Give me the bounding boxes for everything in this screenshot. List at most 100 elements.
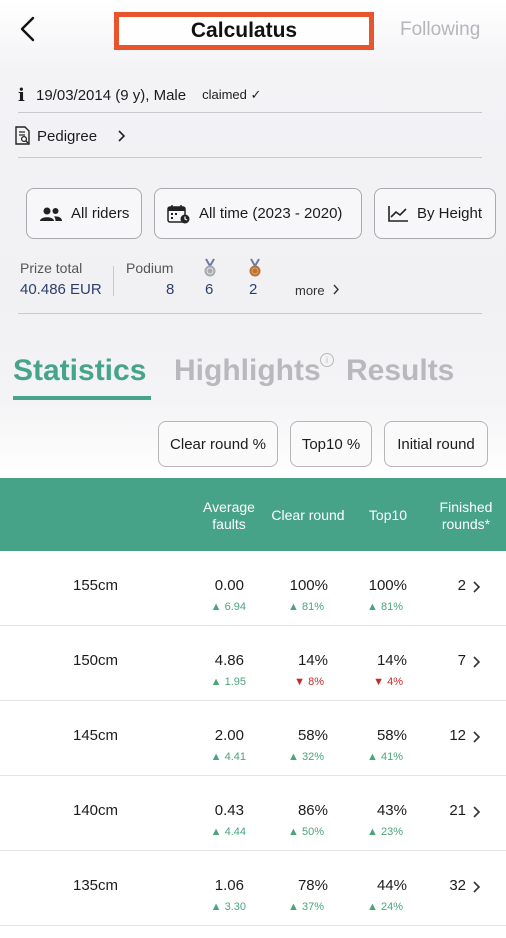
top10-cell: 43%	[376, 802, 407, 819]
avg-faults-cell: 1.06	[214, 877, 244, 894]
header-line: rounds*	[441, 516, 491, 532]
height-cell: 145cm	[73, 727, 119, 744]
divider	[113, 266, 114, 296]
avg-faults-delta: ▲ 1.95	[210, 676, 246, 688]
height-cell: 140cm	[73, 802, 119, 819]
clear-round-cell: 86%	[297, 802, 328, 819]
chevron-right-icon	[473, 581, 481, 593]
height-cell: 135cm	[73, 877, 119, 894]
table-row[interactable]: 140cm 0.43 ▲ 4.44 86% ▲ 50% 43% ▲ 23% 21	[0, 776, 506, 851]
prize-label: Prize total	[20, 260, 83, 276]
top10-delta: ▲ 23%	[367, 826, 403, 838]
column-header-finished-rounds: Finished rounds*	[430, 499, 502, 533]
top10-cell: 14%	[376, 652, 407, 669]
header-line: Average	[203, 499, 255, 515]
more-link[interactable]: more	[295, 283, 341, 298]
top10-delta: ▲ 41%	[367, 751, 403, 763]
time-filter-label: All time (2023 - 2020)	[199, 205, 343, 222]
divider	[18, 112, 482, 113]
clear-round-delta: ▲ 37%	[288, 901, 324, 913]
top10-delta: ▼ 4%	[373, 676, 403, 688]
finished-rounds-cell: 2	[457, 577, 466, 594]
pedigree-link[interactable]: Pedigree	[14, 122, 127, 150]
line-chart-icon	[388, 205, 408, 222]
avg-faults-delta: ▲ 6.94	[210, 601, 246, 613]
avg-faults-cell: 2.00	[214, 727, 244, 744]
chevron-right-icon	[473, 881, 481, 893]
top10-sort-chip[interactable]: Top10 %	[290, 421, 372, 467]
pedigree-label: Pedigree	[37, 127, 98, 145]
chevron-right-icon	[473, 731, 481, 743]
table-row[interactable]: 145cm 2.00 ▲ 4.41 58% ▲ 32% 58% ▲ 41% 12	[0, 701, 506, 776]
horse-details: 19/03/2014 (9 y), Male	[36, 86, 187, 104]
horse-info-row: i 19/03/2014 (9 y), Male claimed ✓	[18, 78, 482, 112]
nav-bar: Calculatus Following	[0, 0, 506, 60]
initial-round-sort-chip[interactable]: Initial round	[384, 421, 488, 467]
clear-round-delta: ▼ 8%	[294, 676, 324, 688]
prize-total: Prize total 40.486 EUR	[20, 260, 102, 298]
tab-highlights[interactable]: Highlights	[174, 354, 321, 388]
podium-gold-count: 8	[166, 281, 175, 298]
table-row[interactable]: 135cm 1.06 ▲ 3.30 78% ▲ 37% 44% ▲ 24% 32	[0, 851, 506, 926]
clear-round-cell: 78%	[297, 877, 328, 894]
time-filter-button[interactable]: All time (2023 - 2020)	[154, 188, 362, 239]
top10-delta: ▲ 24%	[367, 901, 403, 913]
finished-rounds-cell: 21	[449, 802, 466, 819]
page-title-box: Calculatus	[114, 12, 374, 50]
finished-rounds-cell: 7	[457, 652, 466, 669]
avg-faults-cell: 4.86	[214, 652, 244, 669]
silver-medal-icon	[204, 258, 216, 277]
table-row[interactable]: 155cm 0.00 ▲ 6.94 100% ▲ 81% 100% ▲ 81% 2	[0, 551, 506, 626]
riders-filter-button[interactable]: All riders	[26, 188, 142, 239]
top10-cell: 44%	[376, 877, 407, 894]
info-circle-icon[interactable]: i	[320, 353, 334, 367]
height-filter-label: By Height	[417, 205, 483, 222]
avg-faults-cell: 0.00	[214, 577, 244, 594]
top10-delta: ▲ 81%	[367, 601, 403, 613]
back-button[interactable]	[14, 14, 44, 44]
header-line: faults	[212, 516, 246, 532]
top10-cell: 58%	[376, 727, 407, 744]
chevron-left-icon	[20, 16, 35, 42]
chevron-right-icon	[118, 130, 126, 142]
clear-round-delta: ▲ 32%	[288, 751, 324, 763]
header-background	[0, 0, 506, 480]
column-header-average-faults: Average faults	[196, 499, 262, 533]
follow-button[interactable]: Following	[400, 19, 480, 41]
avg-faults-delta: ▲ 4.41	[210, 751, 246, 763]
clear-round-delta: ▲ 50%	[288, 826, 324, 838]
podium-label: Podium	[126, 260, 174, 276]
clear-round-sort-chip[interactable]: Clear round %	[158, 421, 278, 467]
users-icon	[40, 207, 62, 221]
active-tab-indicator	[13, 396, 151, 400]
tab-results[interactable]: Results	[346, 354, 454, 388]
header-line: Finished	[439, 499, 493, 515]
riders-filter-label: All riders	[71, 205, 130, 222]
table-header: Average faults Clear round Top10 Finishe…	[0, 478, 506, 551]
divider	[18, 157, 482, 158]
height-cell: 150cm	[73, 652, 119, 669]
column-header-top10: Top10	[368, 507, 408, 523]
clear-round-cell: 14%	[297, 652, 328, 669]
page-title: Calculatus	[190, 19, 298, 42]
table-row[interactable]: 150cm 4.86 ▲ 1.95 14% ▼ 8% 14% ▼ 4% 7	[0, 626, 506, 701]
clear-round-delta: ▲ 81%	[288, 601, 324, 613]
info-icon: i	[18, 84, 25, 106]
more-label: more	[295, 283, 325, 298]
clear-round-cell: 58%	[297, 727, 328, 744]
prize-value: 40.486 EUR	[20, 281, 102, 298]
column-header-clear-round: Clear round	[271, 507, 345, 523]
height-filter-button[interactable]: By Height	[374, 188, 496, 239]
podium-silver-count: 6	[205, 281, 214, 298]
document-search-icon	[15, 126, 30, 145]
finished-rounds-cell: 32	[449, 877, 466, 894]
avg-faults-delta: ▲ 4.44	[210, 826, 246, 838]
chevron-right-icon	[333, 284, 340, 295]
bronze-medal-icon	[249, 258, 261, 277]
avg-faults-delta: ▲ 3.30	[210, 901, 246, 913]
tab-statistics[interactable]: Statistics	[13, 354, 146, 388]
calendar-clock-icon	[167, 204, 190, 223]
chevron-right-icon	[473, 806, 481, 818]
top10-cell: 100%	[368, 577, 407, 594]
finished-rounds-cell: 12	[449, 727, 466, 744]
